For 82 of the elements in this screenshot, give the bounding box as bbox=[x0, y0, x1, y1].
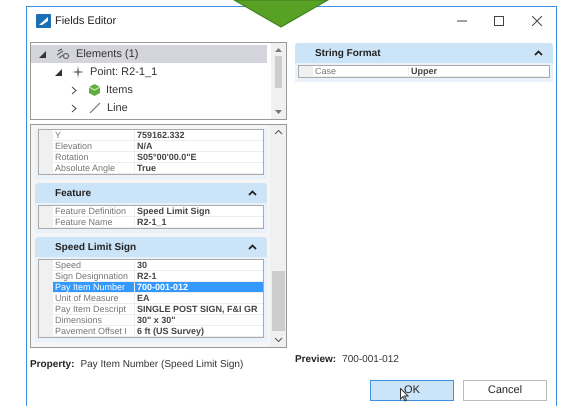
property-label: Pavement Offset I bbox=[53, 326, 135, 337]
property-value: 30" x 30" bbox=[135, 315, 263, 326]
group-title: String Format bbox=[315, 46, 381, 60]
property-value: True bbox=[135, 163, 263, 174]
point-icon bbox=[72, 66, 84, 78]
property-label: Unit of Measure bbox=[53, 293, 135, 304]
tree-item[interactable]: Point: R2-1_1 bbox=[31, 63, 267, 81]
property-label: Feature Name bbox=[53, 217, 135, 228]
scroll-up-icon[interactable] bbox=[275, 48, 282, 52]
scroll-thumb[interactable] bbox=[272, 271, 284, 331]
expanded-icon[interactable] bbox=[55, 68, 62, 76]
property-row[interactable]: Unit of Measure EA bbox=[39, 293, 263, 304]
property-row[interactable]: Feature Name R2-1_1 bbox=[39, 217, 263, 228]
chevron-up-icon[interactable] bbox=[248, 244, 257, 250]
tree-item[interactable]: Elements (1) bbox=[31, 45, 267, 63]
property-row[interactable]: Speed 30 bbox=[39, 260, 263, 271]
scroll-thumb[interactable] bbox=[275, 56, 282, 88]
property-row[interactable]: Case Upper bbox=[299, 66, 549, 77]
expanded-icon[interactable] bbox=[39, 50, 46, 58]
property-row[interactable]: Pavement Offset I 6 ft (US Survey) bbox=[39, 326, 263, 337]
property-label: Y bbox=[53, 130, 135, 141]
dialog-button[interactable]: OK bbox=[370, 380, 454, 401]
chain-icon bbox=[56, 48, 70, 60]
property-label: Rotation bbox=[53, 152, 135, 163]
group-header[interactable]: String Format bbox=[295, 43, 553, 63]
tree-item[interactable]: Line bbox=[31, 99, 267, 117]
chevron-up-icon[interactable] bbox=[534, 50, 543, 56]
tree-label: Line bbox=[107, 100, 128, 116]
property-value: 30 bbox=[135, 260, 263, 271]
property-value: SINGLE POST SIGN, F&I GR bbox=[135, 304, 263, 315]
property-value: 6 ft (US Survey) bbox=[135, 326, 263, 337]
close-icon[interactable] bbox=[532, 16, 542, 26]
property-label: Dimensions bbox=[53, 315, 135, 326]
property-value: 700-001-012 bbox=[135, 282, 263, 293]
property-value: N/A bbox=[135, 141, 263, 152]
property-row[interactable]: Y 759162.332 bbox=[39, 130, 263, 141]
property-row[interactable]: Rotation S05°00'00.0"E bbox=[39, 152, 263, 163]
property-label: Case bbox=[313, 66, 409, 77]
property-value: Speed Limit Sign bbox=[135, 206, 263, 217]
dialog-button[interactable]: Cancel bbox=[463, 380, 547, 401]
app-logo-icon bbox=[36, 14, 51, 28]
property-row[interactable]: Pay Item Descript SINGLE POST SIGN, F&I GR bbox=[39, 304, 263, 315]
property-label: Pay Item Descript bbox=[53, 304, 135, 315]
property-value: R2-1 bbox=[135, 271, 263, 282]
property-row[interactable]: Absolute Angle True bbox=[39, 163, 263, 174]
group-header[interactable]: Feature bbox=[35, 183, 267, 203]
preview-caption: Preview: bbox=[295, 353, 336, 367]
group-header[interactable]: Speed Limit Sign bbox=[35, 237, 267, 257]
property-label: Pay Item Number bbox=[53, 282, 135, 293]
property-label: Absolute Angle bbox=[53, 163, 135, 174]
group-title: Speed Limit Sign bbox=[55, 240, 136, 254]
property-label: Speed bbox=[53, 260, 135, 271]
property-value: 759162.332 bbox=[135, 130, 263, 141]
scrollbar[interactable] bbox=[271, 43, 286, 119]
property-value: EA bbox=[135, 293, 263, 304]
window-title: Fields Editor bbox=[55, 14, 116, 29]
tree-item[interactable]: Items bbox=[31, 81, 267, 99]
scrollbar[interactable] bbox=[270, 125, 286, 347]
property-value: R2-1_1 bbox=[135, 217, 263, 228]
property-text: Pay Item Number (Speed Limit Sign) bbox=[80, 358, 244, 372]
property-label: Feature Definition bbox=[53, 206, 135, 217]
scroll-up-icon[interactable] bbox=[274, 129, 282, 135]
property-row[interactable]: Feature Definition Speed Limit Sign bbox=[39, 206, 263, 217]
property-row[interactable]: Sign Designnation R2-1 bbox=[39, 271, 263, 282]
group-title: Feature bbox=[55, 186, 92, 200]
preview-text: 700-001-012 bbox=[342, 353, 399, 367]
property-row[interactable]: Dimensions 30" x 30" bbox=[39, 315, 263, 326]
tree-label: Items bbox=[106, 82, 133, 98]
scroll-down-icon[interactable] bbox=[274, 337, 282, 343]
property-row[interactable]: Elevation N/A bbox=[39, 141, 263, 152]
property-label: Sign Designnation bbox=[53, 271, 135, 282]
tree-label: Elements (1) bbox=[76, 46, 138, 62]
line-icon bbox=[89, 102, 101, 114]
tree-label: Point: R2-1_1 bbox=[90, 64, 158, 80]
property-caption: Property: bbox=[30, 358, 74, 372]
gem-icon bbox=[89, 84, 100, 96]
property-label: Elevation bbox=[53, 141, 135, 152]
scroll-down-icon[interactable] bbox=[275, 110, 282, 114]
property-value: Upper bbox=[409, 66, 549, 77]
maximize-icon[interactable] bbox=[494, 16, 504, 26]
property-value: S05°00'00.0"E bbox=[135, 152, 263, 163]
chevron-up-icon[interactable] bbox=[248, 190, 257, 196]
